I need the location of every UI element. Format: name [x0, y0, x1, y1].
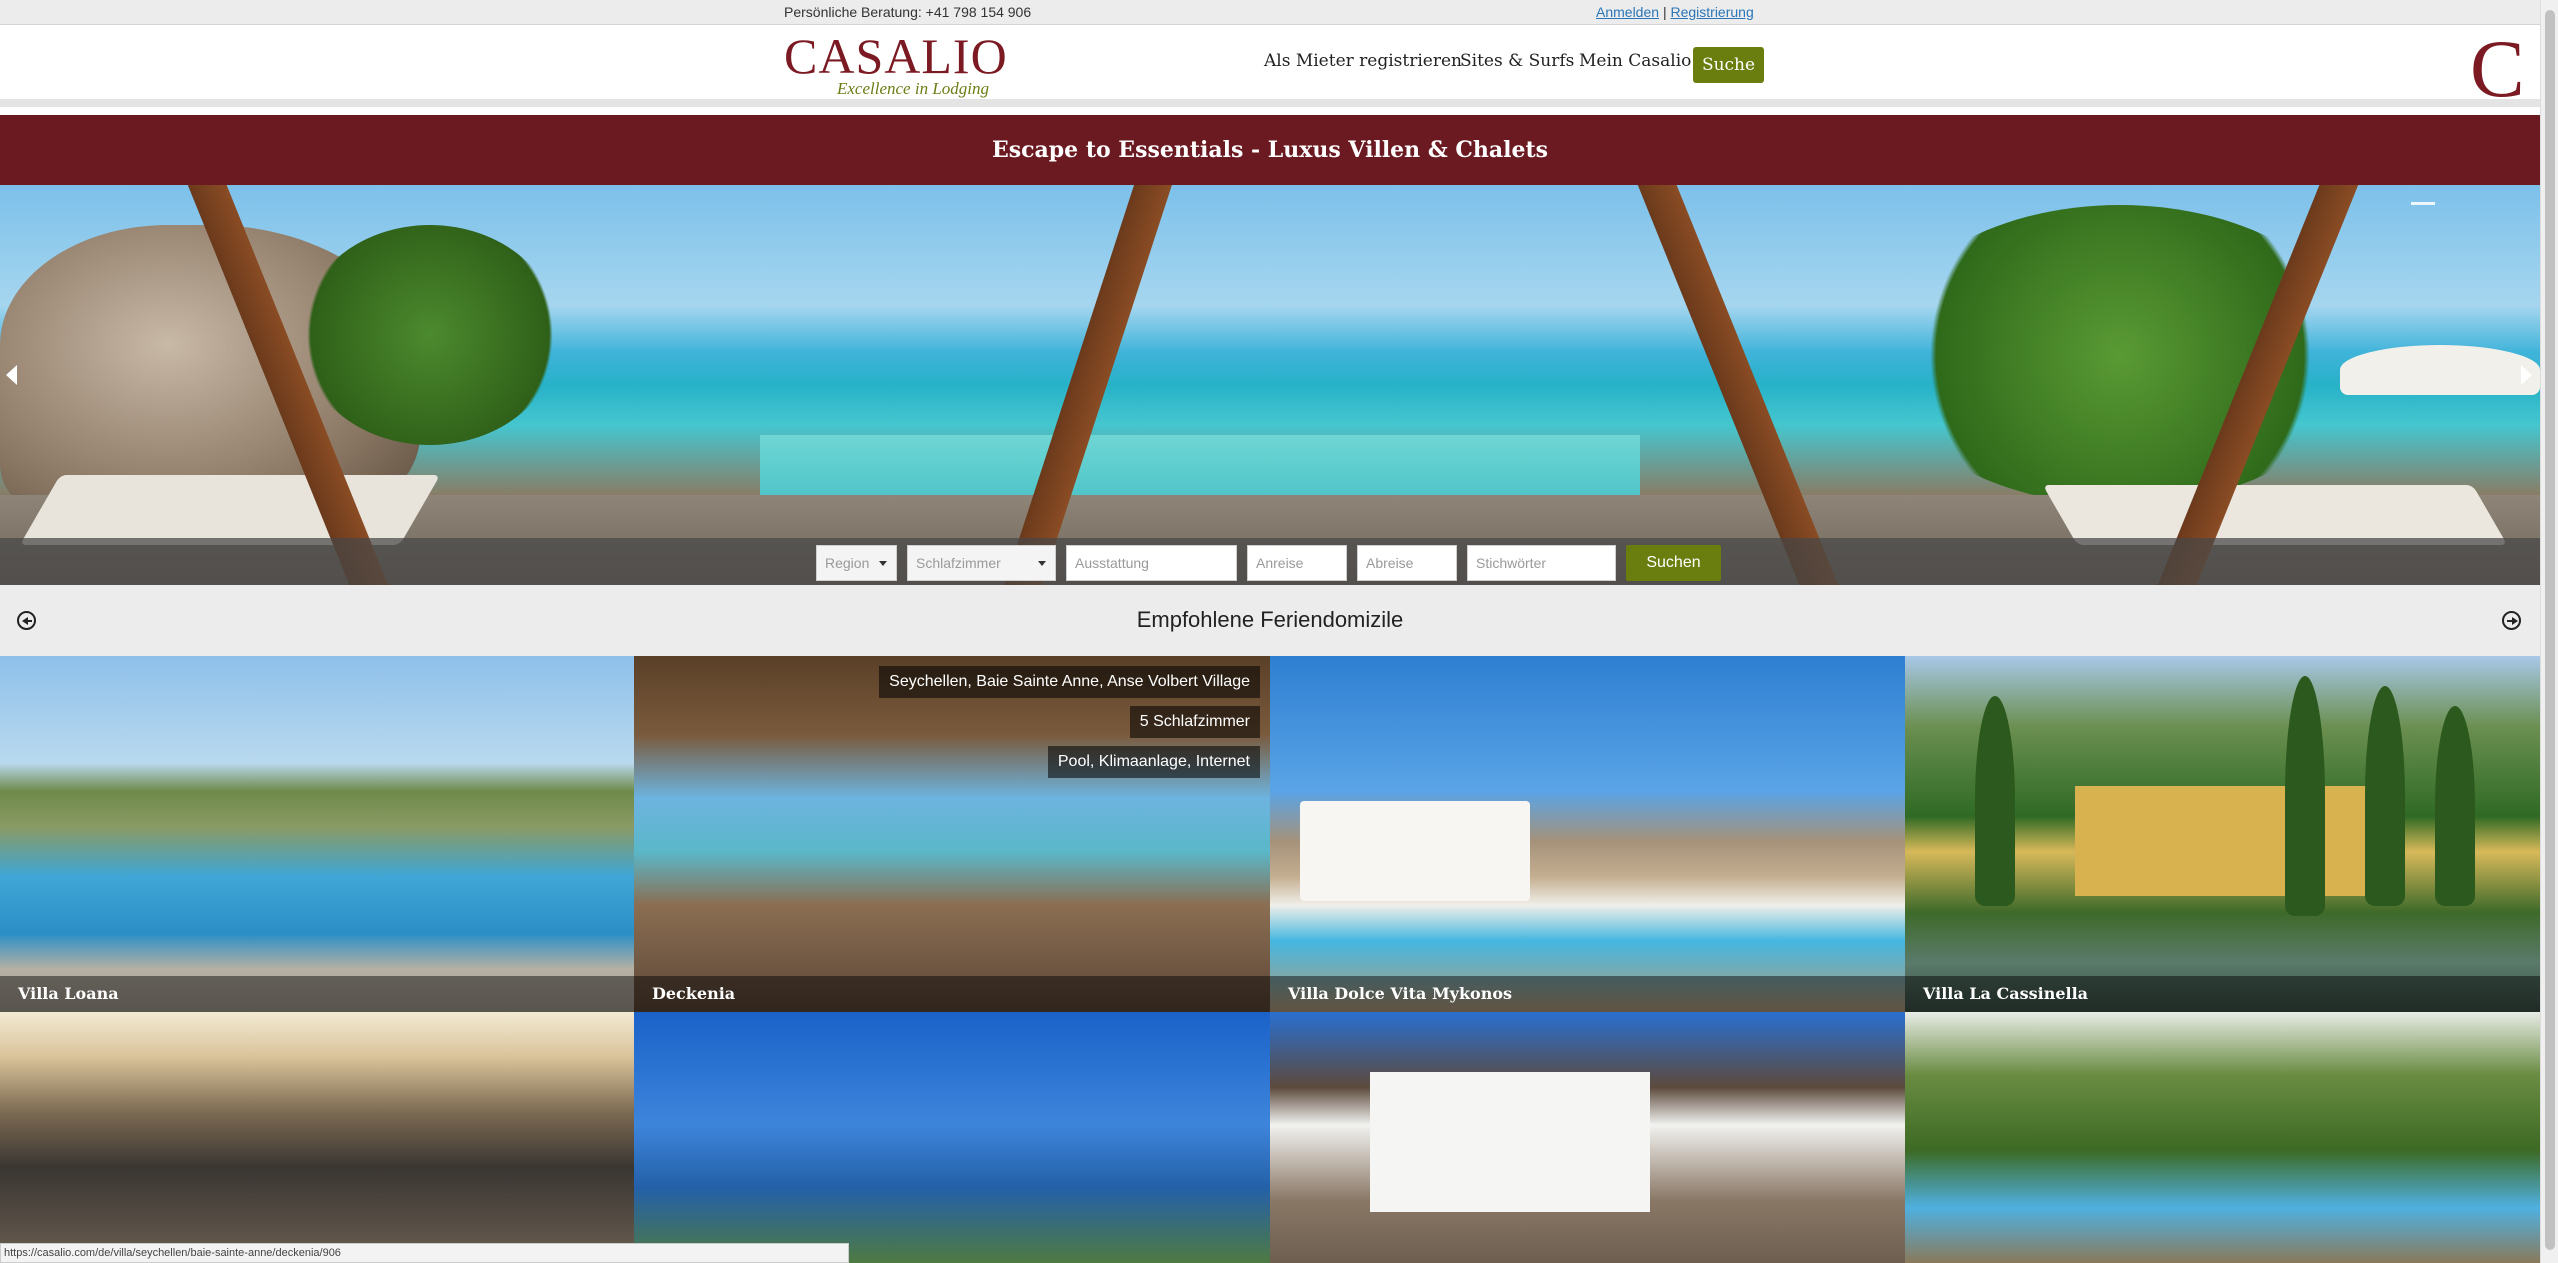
villa-name: Villa La Cassinella	[1905, 976, 2540, 1012]
hero-lounger-left	[19, 475, 441, 545]
circle-arrow-right-icon[interactable]	[2502, 611, 2521, 630]
auth-separator: |	[1662, 4, 1667, 20]
villa-card[interactable]	[0, 1012, 634, 1263]
villa-card[interactable]	[1905, 1012, 2540, 1263]
logo-tagline: Excellence in Lodging	[837, 79, 990, 98]
hero-umbrella	[2340, 345, 2540, 395]
featured-header: Empfohlene Feriendomizile	[0, 585, 2540, 656]
villa-card[interactable]: Seychellen, Baie Sainte Anne, Anse Volbe…	[634, 656, 1270, 1012]
nav-search-button[interactable]: Suche	[1693, 47, 1764, 83]
cypress-tree	[2285, 676, 2325, 916]
top-bar: Persönliche Beratung: +41 798 154 906 An…	[0, 0, 2540, 25]
villa-name: Villa Loana	[0, 976, 634, 1012]
cypress-tree	[2435, 706, 2475, 906]
nav-my-casalio[interactable]: Mein Casalio	[1579, 51, 1691, 71]
villa-name: Villa Dolce Vita Mykonos	[1270, 976, 1905, 1012]
auth-links: Anmelden | Registrierung	[1596, 4, 1754, 20]
hero-slider	[0, 185, 2540, 585]
logo-wordmark: CASALIO	[784, 28, 1008, 84]
keywords-input[interactable]: Stichwörter	[1467, 545, 1616, 581]
casalio-logo[interactable]: CASALIO Excellence in Lodging	[784, 28, 1008, 98]
search-submit-button[interactable]: Suchen	[1626, 545, 1721, 581]
villa-bedrooms: 5 Schlafzimmer	[1129, 706, 1260, 738]
cypress-tree	[2365, 686, 2405, 906]
villa-amenities: Pool, Klimaanlage, Internet	[1047, 746, 1260, 778]
villa-location: Seychellen, Baie Sainte Anne, Anse Volbe…	[879, 666, 1260, 698]
villa-name: Deckenia	[634, 976, 1270, 1012]
villa-house-image	[1370, 1072, 1650, 1212]
featured-title: Empfohlene Feriendomizile	[1136, 607, 1404, 632]
nav-sites-surfs[interactable]: Sites & Surfs	[1460, 51, 1574, 71]
cypress-tree	[1975, 696, 2015, 906]
villa-card[interactable]: Villa Dolce Vita Mykonos	[1270, 656, 1905, 1012]
main-header: CASALIO Excellence in Lodging Als Mieter…	[0, 23, 2540, 114]
page-scrollbar[interactable]	[2540, 0, 2558, 1263]
slider-prev-icon[interactable]	[6, 365, 17, 385]
arrival-input[interactable]: Anreise	[1247, 545, 1347, 581]
villa-card[interactable]: Villa La Cassinella	[1905, 656, 2540, 1012]
hero-banner-title: Escape to Essentials - Luxus Villen & Ch…	[0, 115, 2540, 185]
nav-register-tenant[interactable]: Als Mieter registrieren	[1264, 51, 1462, 71]
region-select[interactable]: Region	[816, 545, 897, 581]
villa-card[interactable]: Villa Loana	[0, 656, 634, 1012]
hero-foliage-left	[300, 225, 560, 445]
bedrooms-select[interactable]: Schlafzimmer	[907, 545, 1056, 581]
equipment-input[interactable]: Ausstattung	[1066, 545, 1237, 581]
villa-house-image	[1300, 801, 1530, 901]
slide-indicator[interactable]	[2411, 202, 2435, 205]
side-logo-mark: C	[2470, 23, 2525, 114]
villa-card[interactable]	[634, 1012, 1270, 1263]
villa-card[interactable]	[1270, 1012, 1905, 1263]
hero-lounger-right	[2042, 485, 2508, 545]
login-link[interactable]: Anmelden	[1596, 4, 1659, 20]
scrollbar-thumb[interactable]	[2545, 10, 2555, 1250]
browser-status-url: https://casalio.com/de/villa/seychellen/…	[0, 1243, 849, 1263]
slider-next-icon[interactable]	[2521, 365, 2532, 385]
search-bar: Region Schlafzimmer Ausstattung Anreise …	[0, 538, 2540, 585]
departure-input[interactable]: Abreise	[1357, 545, 1457, 581]
register-link[interactable]: Registrierung	[1670, 4, 1753, 20]
villa-house-image	[2075, 786, 2375, 896]
consultation-phone: Persönliche Beratung: +41 798 154 906	[784, 4, 1032, 20]
